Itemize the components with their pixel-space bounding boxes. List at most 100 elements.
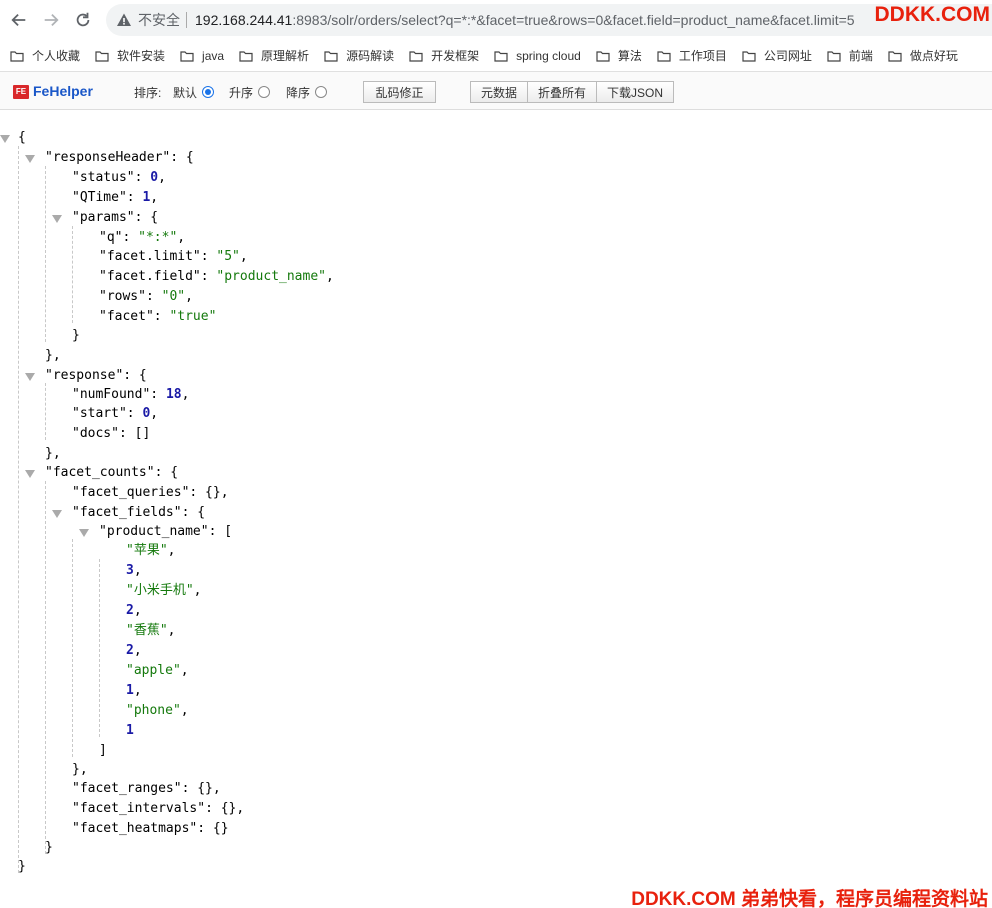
- indent-guide: [45, 383, 46, 440]
- folder-icon: [409, 50, 423, 62]
- sort-option-desc[interactable]: 降序: [286, 84, 328, 101]
- bookmark-item[interactable]: 公司网址: [742, 47, 812, 64]
- download-json-button[interactable]: 下载JSON: [596, 81, 674, 103]
- bookmark-item[interactable]: 算法: [596, 47, 642, 64]
- watermark-bottom: DDKK.COM 弟弟快看，程序员编程资料站: [631, 889, 988, 908]
- json-line: "product_name": [: [99, 524, 233, 539]
- security-status[interactable]: 不安全: [138, 10, 180, 30]
- indent-guide: [72, 539, 73, 757]
- bookmark-label: 软件安装: [117, 49, 166, 63]
- json-line: "facet.field": "product_name",: [99, 269, 334, 284]
- url-text[interactable]: 192.168.244.41:8983/solr/orders/select?q…: [195, 12, 855, 28]
- fehelper-logo-icon: FE: [13, 85, 29, 99]
- json-line: "q": "*:*",: [99, 230, 186, 245]
- bookmark-label: 原理解析: [261, 49, 310, 63]
- folder-icon: [239, 50, 253, 62]
- folder-icon: [742, 50, 756, 62]
- json-line: "苹果",: [126, 543, 176, 558]
- json-line: "facet_queries": {},: [72, 485, 229, 500]
- folder-icon: [827, 50, 841, 62]
- collapse-toggle-icon[interactable]: [25, 373, 35, 381]
- fix-encoding-button[interactable]: 乱码修正: [363, 81, 436, 103]
- json-line: "status": 0,: [72, 170, 166, 185]
- collapse-toggle-icon[interactable]: [79, 529, 89, 537]
- json-line: "香蕉",: [126, 623, 176, 638]
- collapse-all-button[interactable]: 折叠所有: [527, 81, 597, 103]
- sort-option-asc[interactable]: 升序: [229, 84, 271, 101]
- json-line: 1: [126, 723, 134, 738]
- sort-asc-radio[interactable]: [258, 85, 271, 98]
- json-line: 2,: [126, 603, 142, 618]
- bookmark-item[interactable]: 开发框架: [409, 47, 479, 64]
- sort-default-radio[interactable]: [202, 85, 215, 98]
- bookmark-item[interactable]: spring cloud: [494, 49, 581, 63]
- bookmark-item[interactable]: java: [180, 49, 224, 63]
- bookmark-item[interactable]: 原理解析: [239, 47, 309, 64]
- json-line: "facet_ranges": {},: [72, 781, 221, 796]
- bookmark-label: 前端: [848, 49, 873, 63]
- json-line: "responseHeader": {: [45, 150, 194, 165]
- metadata-button[interactable]: 元数据: [470, 81, 528, 103]
- json-line: },: [45, 348, 61, 363]
- json-line: },: [72, 762, 88, 777]
- json-line: "facet.limit": "5",: [99, 249, 248, 264]
- json-line: "QTime": 1,: [72, 190, 159, 205]
- json-line: ]: [99, 743, 107, 758]
- folder-icon: [657, 50, 671, 62]
- bookmark-label: 工作项目: [678, 49, 727, 63]
- folder-icon: [10, 50, 24, 62]
- json-line: }: [18, 859, 26, 874]
- url-omnibox[interactable]: 不安全 192.168.244.41:8983/solr/orders/sele…: [106, 4, 992, 36]
- bookmark-item[interactable]: 工作项目: [657, 47, 727, 64]
- json-line: "小米手机",: [126, 583, 202, 598]
- forward-arrow-icon[interactable]: [40, 9, 62, 31]
- bookmark-label: java: [202, 48, 225, 63]
- json-line: "apple",: [126, 663, 189, 678]
- bookmark-item[interactable]: 前端: [827, 47, 873, 64]
- indent-guide: [18, 146, 19, 873]
- folder-icon: [95, 50, 109, 62]
- sort-desc-radio[interactable]: [315, 85, 328, 98]
- collapse-toggle-icon[interactable]: [25, 470, 35, 478]
- collapse-toggle-icon[interactable]: [52, 215, 62, 223]
- bookmark-item[interactable]: 做点好玩: [888, 47, 958, 64]
- json-line: }: [72, 328, 80, 343]
- bookmark-item[interactable]: 源码解读: [324, 47, 394, 64]
- bookmark-item[interactable]: 软件安装: [95, 47, 165, 64]
- json-line: "facet": "true": [99, 309, 217, 324]
- collapse-toggle-icon[interactable]: [25, 155, 35, 163]
- bookmark-label: 做点好玩: [909, 49, 958, 63]
- reload-icon[interactable]: [72, 9, 94, 31]
- watermark-top: DDKK.COM: [874, 3, 991, 26]
- bookmark-label: 个人收藏: [32, 49, 81, 63]
- json-line: 2,: [126, 643, 142, 658]
- json-line: "phone",: [126, 703, 189, 718]
- bookmark-label: 源码解读: [346, 49, 395, 63]
- warning-icon: [116, 12, 132, 28]
- json-line: "start": 0,: [72, 406, 159, 421]
- url-host: 192.168.244.41: [195, 12, 293, 28]
- indent-guide: [45, 481, 46, 854]
- json-line: 3,: [126, 563, 142, 578]
- json-line: "facet_counts": {: [45, 465, 179, 480]
- json-line: "docs": []: [72, 426, 151, 441]
- json-line: 1,: [126, 683, 142, 698]
- sort-option-desc-label: 降序: [286, 86, 311, 100]
- fehelper-brand[interactable]: FeHelper: [33, 83, 93, 99]
- sort-option-default[interactable]: 默认: [173, 84, 215, 101]
- json-line: {: [18, 130, 26, 145]
- bookmark-item[interactable]: 个人收藏: [10, 47, 80, 64]
- json-line: "rows": "0",: [99, 289, 193, 304]
- json-line: "numFound": 18,: [72, 387, 190, 402]
- folder-icon: [180, 50, 194, 62]
- json-line: }: [45, 840, 53, 855]
- omnibox-divider: [186, 12, 187, 28]
- url-path: :8983/solr/orders/select?q=*:*&facet=tru…: [292, 12, 855, 28]
- json-line: "params": {: [72, 210, 159, 225]
- collapse-toggle-icon[interactable]: [0, 135, 10, 143]
- indent-guide: [99, 559, 100, 737]
- json-line: "response": {: [45, 368, 147, 383]
- json-line: "facet_fields": {: [72, 505, 206, 520]
- back-arrow-icon[interactable]: [8, 9, 30, 31]
- collapse-toggle-icon[interactable]: [52, 510, 62, 518]
